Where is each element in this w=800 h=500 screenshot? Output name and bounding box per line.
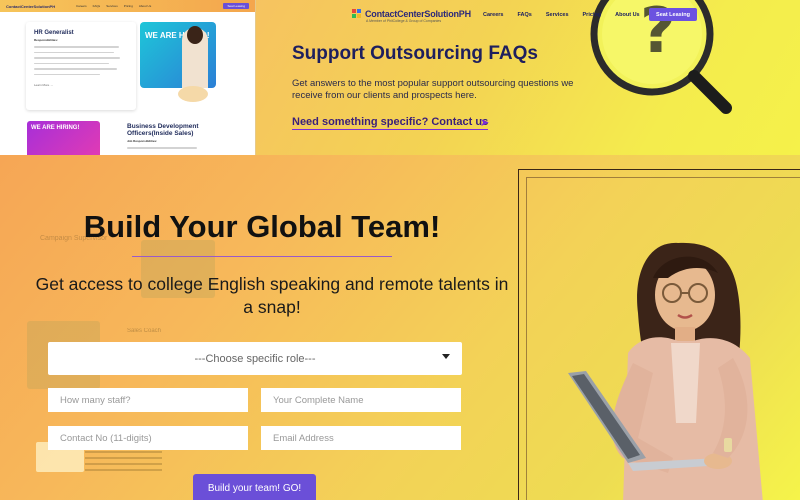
careers-preview-link[interactable]: Services bbox=[106, 4, 118, 8]
build-team-submit-button[interactable]: Build your team! GO! bbox=[193, 474, 316, 500]
contact-us-link[interactable]: Need something specific? Contact us bbox=[292, 116, 489, 130]
job-text-line bbox=[127, 147, 197, 149]
hero-subtitle: Get access to college English speaking a… bbox=[35, 274, 509, 317]
hiring-banner-text-2: WE ARE HIRING! bbox=[31, 125, 80, 131]
hiring-banner-person bbox=[182, 26, 208, 88]
job-text-line bbox=[34, 51, 114, 53]
faq-page-title: Support Outsourcing FAQs bbox=[292, 43, 538, 64]
job-title: Business Development Officers(Inside Sal… bbox=[127, 123, 199, 137]
hero-divider bbox=[132, 256, 392, 257]
job-card-hr-generalist[interactable]: HR Generalist Responsibilities: Learn Mo… bbox=[26, 22, 136, 110]
job-card-business-development[interactable]: Business Development Officers(Inside Sal… bbox=[122, 118, 232, 155]
careers-preview-nav: ContactCenterSolutionPH Careers FAQs Ser… bbox=[0, 0, 255, 12]
ghost-job-title: Sales Coach bbox=[127, 328, 162, 334]
full-name-input[interactable] bbox=[261, 388, 461, 412]
careers-preview-link[interactable]: FAQs bbox=[93, 4, 101, 8]
main-nav: Careers FAQs Services Pricing About Us bbox=[483, 12, 640, 18]
nav-pricing[interactable]: Pricing bbox=[583, 12, 602, 18]
logo-text: ContactCenterSolutionPH bbox=[365, 9, 471, 19]
nav-faqs[interactable]: FAQs bbox=[518, 12, 532, 18]
site-logo[interactable]: ContactCenterSolutionPH bbox=[352, 9, 471, 19]
role-select[interactable]: ---Choose specific role--- bbox=[48, 342, 462, 375]
job-text-line bbox=[34, 46, 119, 48]
job-subtitle: Responsibilities: bbox=[34, 38, 59, 42]
careers-preview: ContactCenterSolutionPH Careers FAQs Ser… bbox=[0, 0, 256, 155]
faq-description: Get answers to the most popular support … bbox=[292, 78, 574, 102]
faq-header-section: ? ContactCenterSolutionPH A Member of Ph… bbox=[256, 0, 800, 155]
person-with-laptop-image bbox=[568, 242, 763, 500]
hiring-banner-image-2: WE ARE HIRING! bbox=[27, 121, 100, 155]
staff-count-input[interactable] bbox=[48, 388, 248, 412]
job-text-line bbox=[34, 73, 100, 75]
job-text-line bbox=[34, 68, 117, 70]
seat-leasing-button[interactable]: Seat Leasing bbox=[649, 8, 697, 21]
hero-title: Build Your Global Team! bbox=[83, 209, 441, 244]
careers-preview-link[interactable]: About Us bbox=[139, 4, 151, 8]
job-title: HR Generalist bbox=[34, 30, 74, 36]
contact-number-input[interactable] bbox=[48, 426, 248, 450]
job-text-line bbox=[34, 62, 110, 64]
decorative-blob bbox=[178, 86, 208, 102]
ghost-footer-lines bbox=[85, 445, 195, 485]
send-arrow-icon[interactable]: ➤ bbox=[480, 116, 492, 129]
email-input[interactable] bbox=[261, 426, 461, 450]
caret-down-icon bbox=[442, 354, 450, 359]
nav-services[interactable]: Services bbox=[546, 12, 569, 18]
logo-mark-icon bbox=[352, 9, 362, 19]
job-text-line bbox=[34, 57, 121, 59]
careers-preview-link[interactable]: Careers bbox=[76, 4, 87, 8]
nav-about-us[interactable]: About Us bbox=[615, 12, 639, 18]
role-select-value: ---Choose specific role--- bbox=[194, 352, 316, 365]
job-subtitle: Job Responsibilities: bbox=[127, 139, 158, 143]
careers-preview-link[interactable]: Pricing bbox=[124, 4, 133, 8]
careers-preview-links: Careers FAQs Services Pricing About Us bbox=[76, 4, 151, 8]
careers-preview-logo: ContactCenterSolutionPH bbox=[6, 3, 56, 9]
logo-tagline: A Member of PhilCollege & Group of Compa… bbox=[366, 19, 442, 23]
careers-preview-seat-button[interactable]: Seat Leasing bbox=[223, 3, 249, 9]
build-team-section: Campaign Supervisor Sales Coach Build Yo… bbox=[0, 155, 800, 500]
hiring-banner-image: WE ARE HIRING! bbox=[140, 22, 216, 88]
nav-careers[interactable]: Careers bbox=[483, 12, 504, 18]
learn-more-link[interactable]: Learn More → bbox=[34, 83, 128, 87]
